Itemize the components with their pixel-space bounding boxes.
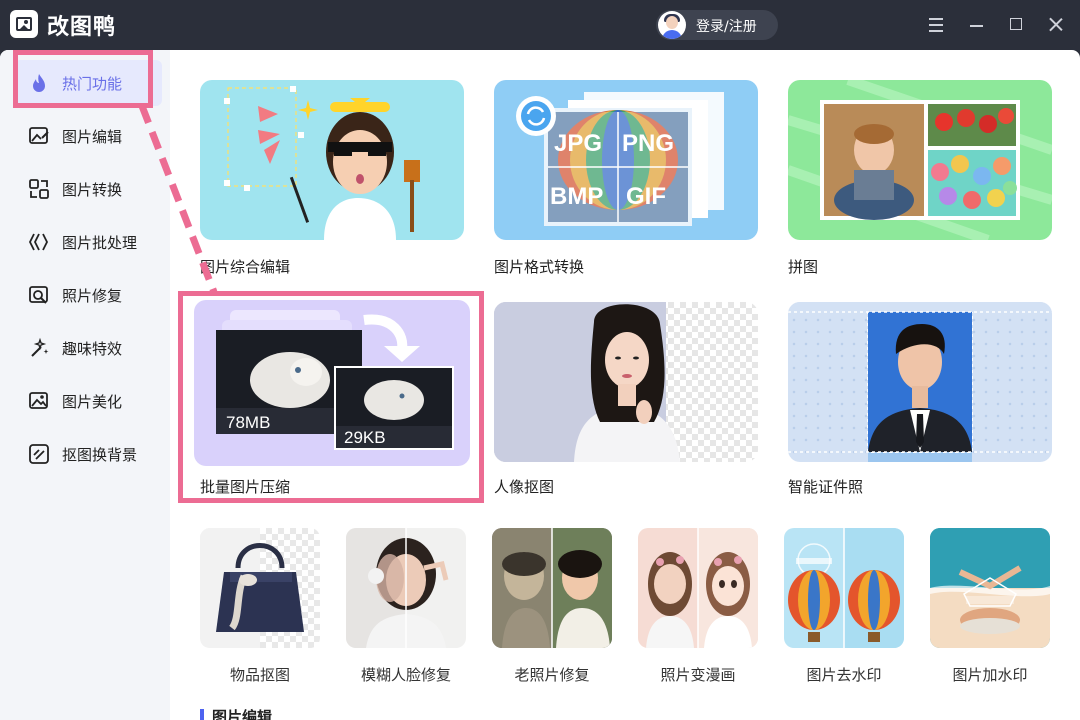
feature-card-face-restore[interactable]: 模糊人脸修复	[346, 528, 466, 688]
feature-label: 老照片修复	[514, 666, 590, 684]
feature-card-add-watermark[interactable]: 图片加水印	[930, 528, 1050, 688]
app-title: 改图鸭	[47, 15, 117, 40]
batch-icon	[28, 233, 49, 251]
sidebar-item-photo-repair[interactable]: 照片修复	[14, 272, 162, 318]
old-photo-repair-thumbnail	[492, 528, 612, 648]
sidebar-item-beautify[interactable]: 图片美化	[14, 378, 162, 424]
sidebar-item-label: 图片转换	[62, 181, 123, 199]
id-photo-thumbnail	[788, 302, 1052, 462]
cutout-icon	[29, 444, 49, 464]
feature-card-format-convert[interactable]: JPG PNG BMP GIF 图片格式转换	[494, 80, 758, 280]
highlight-frame	[13, 50, 153, 108]
feature-label: 智能证件照	[788, 478, 864, 496]
login-register-button[interactable]: 登录/注册	[656, 10, 778, 40]
feature-label: 图片综合编辑	[200, 258, 291, 276]
sidebar-item-label: 照片修复	[62, 287, 123, 305]
photo-repair-icon	[29, 286, 48, 304]
sidebar: 热门功能 图片编辑 图片转换 图片批处理 照片修复 趣味特效 图片美化 抠图换背…	[0, 50, 170, 720]
collage-thumbnail	[788, 80, 1052, 240]
sidebar-item-batch[interactable]: 图片批处理	[14, 219, 162, 265]
feature-card-id-photo[interactable]: 智能证件照	[788, 302, 1052, 502]
sidebar-item-fun-effects[interactable]: 趣味特效	[14, 325, 162, 371]
format-bmp-label: BMP	[550, 183, 603, 210]
feature-label: 照片变漫画	[660, 666, 736, 684]
feature-card-portrait-cutout[interactable]: 人像抠图	[494, 302, 758, 502]
remove-watermark-thumbnail	[784, 528, 904, 648]
image-edit-thumbnail	[200, 80, 464, 240]
feature-label: 拼图	[788, 258, 819, 276]
image-edit-icon	[29, 127, 49, 144]
app-logo-icon	[10, 10, 38, 38]
convert-icon	[29, 179, 49, 199]
feature-card-old-photo-repair[interactable]: 老照片修复	[492, 528, 612, 688]
sidebar-item-label: 图片美化	[62, 393, 123, 411]
add-watermark-thumbnail	[930, 528, 1050, 648]
feature-label: 人像抠图	[494, 478, 555, 496]
feature-card-collage[interactable]: 拼图	[788, 80, 1052, 280]
sidebar-item-label: 图片批处理	[62, 234, 138, 252]
feature-card-photo-to-cartoon[interactable]: 照片变漫画	[638, 528, 758, 688]
format-jpg-label: JPG	[554, 130, 602, 157]
sidebar-item-cutout[interactable]: 抠图换背景	[14, 431, 162, 477]
feature-label: 模糊人脸修复	[360, 666, 451, 684]
title-bar: 改图鸭 登录/注册	[0, 0, 1080, 50]
sidebar-item-label: 抠图换背景	[62, 446, 138, 464]
login-label: 登录/注册	[696, 19, 757, 35]
format-convert-thumbnail: JPG PNG BMP GIF	[494, 80, 758, 240]
feature-label: 图片去水印	[806, 666, 882, 684]
feature-label: 图片格式转换	[494, 258, 585, 276]
portrait-cutout-thumbnail	[494, 302, 758, 462]
section-marker	[200, 709, 204, 720]
feature-card-remove-watermark[interactable]: 图片去水印	[784, 528, 904, 688]
sidebar-item-label: 图片编辑	[62, 128, 123, 146]
face-restore-thumbnail	[346, 528, 466, 648]
sidebar-item-convert[interactable]: 图片转换	[14, 166, 162, 212]
photo-to-cartoon-thumbnail	[638, 528, 758, 648]
main-area: 热门功能 图片编辑 图片转换 图片批处理 照片修复 趣味特效 图片美化 抠图换背…	[0, 50, 1080, 720]
feature-card-object-cutout[interactable]: 物品抠图	[200, 528, 320, 688]
menu-icon[interactable]	[924, 13, 948, 37]
avatar	[658, 11, 686, 39]
object-cutout-thumbnail	[200, 528, 320, 648]
feature-label: 物品抠图	[229, 666, 290, 684]
close-icon[interactable]	[1044, 13, 1068, 37]
section-title: 图片编辑	[212, 708, 273, 720]
highlight-frame-batch-compress	[178, 291, 484, 503]
sparkle-wand-icon	[31, 337, 49, 357]
maximize-icon[interactable]	[1004, 13, 1028, 37]
sidebar-item-label: 趣味特效	[62, 340, 123, 358]
beautify-icon	[29, 392, 48, 409]
feature-card-image-edit[interactable]: 图片综合编辑	[200, 80, 464, 280]
feature-grid: 图片综合编辑 JPG PNG BMP GIF 图片格式转换 拼图 78MB 29…	[170, 50, 1080, 720]
format-gif-label: GIF	[626, 183, 666, 210]
format-png-label: PNG	[622, 130, 674, 157]
feature-label: 图片加水印	[952, 666, 1028, 684]
minimize-icon[interactable]	[964, 13, 988, 37]
sidebar-item-image-edit[interactable]: 图片编辑	[14, 113, 162, 159]
